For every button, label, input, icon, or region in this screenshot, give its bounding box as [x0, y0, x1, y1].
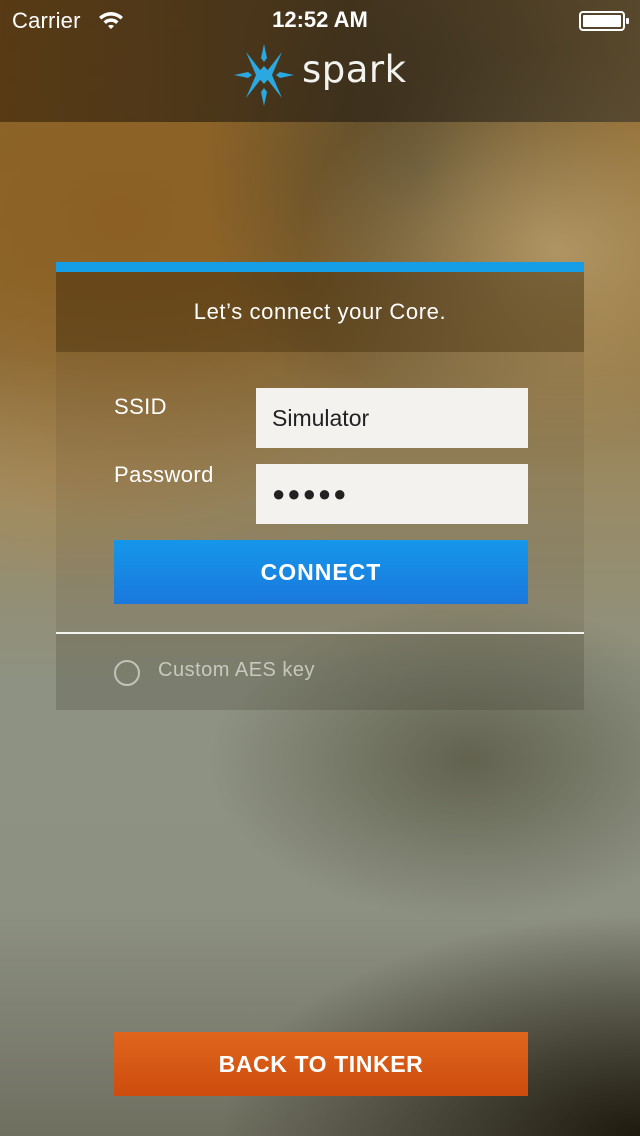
ssid-label: SSID [114, 394, 167, 419]
ssid-input[interactable] [256, 388, 528, 448]
card-title: Let’s connect your Core. [193, 299, 447, 324]
clock: 12:52 AM [272, 7, 368, 32]
password-input[interactable] [256, 464, 528, 524]
password-label: Password [114, 462, 214, 487]
card-accent-bar [56, 262, 584, 272]
top-bar: Carrier 12:52 AM spark [0, 0, 640, 122]
spark-star-icon [232, 44, 296, 106]
card-form: SSID Password CONNECT [56, 352, 584, 632]
brand-name: spark [302, 48, 407, 91]
status-bar: Carrier 12:52 AM [0, 0, 640, 40]
battery-icon [579, 11, 631, 31]
connect-button[interactable]: CONNECT [114, 540, 528, 604]
radio-unchecked-icon[interactable] [114, 660, 140, 686]
back-to-tinker-button[interactable]: BACK TO TINKER [114, 1032, 528, 1096]
card-header: Let’s connect your Core. [56, 272, 584, 352]
custom-aes-label: Custom AES key [158, 659, 316, 681]
custom-aes-option[interactable]: Custom AES key [56, 634, 584, 710]
connect-card: Let’s connect your Core. SSID Password C… [56, 262, 584, 710]
brand-logo: spark [232, 44, 432, 106]
